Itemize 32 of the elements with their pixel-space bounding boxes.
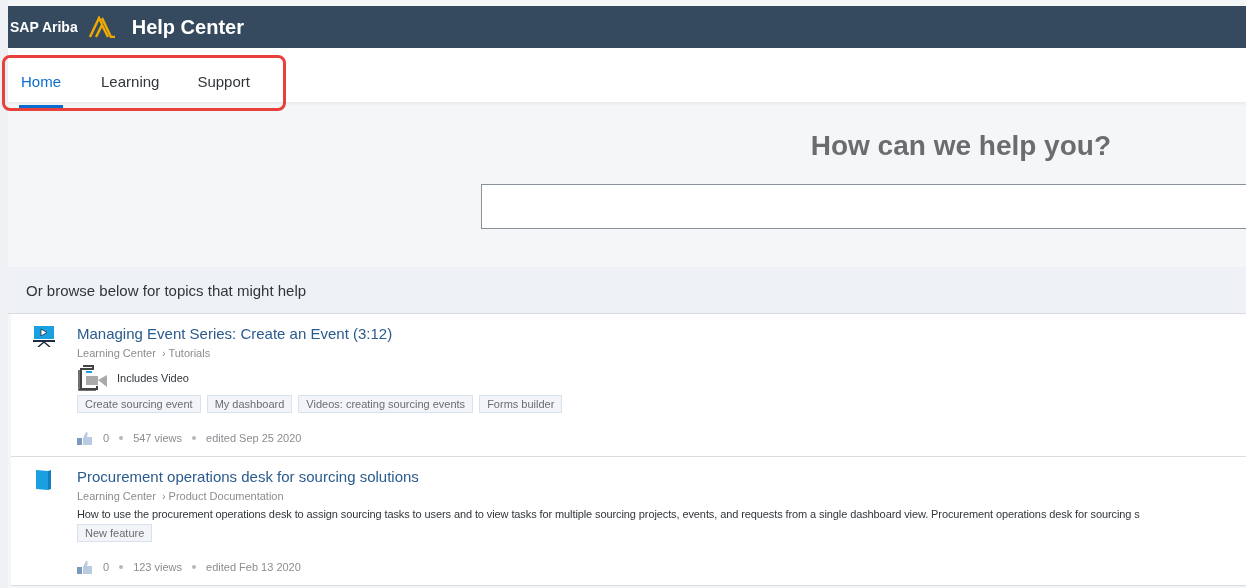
topic-tag[interactable]: My dashboard [206,395,293,413]
view-count: 547 views [133,432,183,444]
breadcrumb[interactable]: Learning Center [77,490,156,502]
edited-date: edited Sep 25 2020 [206,432,302,444]
edited-date: edited Feb 13 2020 [206,561,301,573]
search-field[interactable] [481,184,1246,229]
like-count: 0 [103,432,110,444]
thumbs-up-icon[interactable] [77,560,93,574]
breadcrumb[interactable]: › Tutorials [161,347,211,359]
breadcrumb[interactable]: Learning Center [77,347,156,359]
result-description: How to use the procurement operations desk to assign sourcing tasks to users and to view tasks for multiple sourcing projects, events, and requests from a single dashboard view. Procurement operations desk for sourcing s [77,508,1140,520]
breadcrumb[interactable]: › Product Documentation [161,490,284,502]
result-link[interactable]: Procurement operations desk for sourcing solutions [77,468,1140,485]
topic-tag[interactable]: New feature [77,524,153,542]
nav-tab[interactable]: Support [178,58,269,108]
includes-label: Includes Video [117,372,189,384]
topic-tag[interactable]: Forms builder [479,395,563,413]
browse-heading: Or browse below for topics that might help [8,267,1246,314]
result-link[interactable]: Managing Event Series: Create an Event (3:12) [77,325,563,342]
nav-tab[interactable]: Home [19,58,63,108]
hero-heading: How can we help you? [810,130,1111,162]
presentation-icon [33,325,55,347]
brand-name: SAP Ariba [10,19,78,35]
nav-tab[interactable]: Learning [82,58,179,108]
app-title: Help Center [131,15,244,39]
logo-icon [87,16,116,38]
view-count: 123 views [133,561,183,573]
like-count: 0 [103,561,110,573]
video-camera-icon [77,365,109,391]
thumbs-up-icon[interactable] [77,431,93,445]
topic-tag[interactable]: Create sourcing event [77,395,201,413]
topic-tag[interactable]: Videos: creating sourcing events [298,395,474,413]
